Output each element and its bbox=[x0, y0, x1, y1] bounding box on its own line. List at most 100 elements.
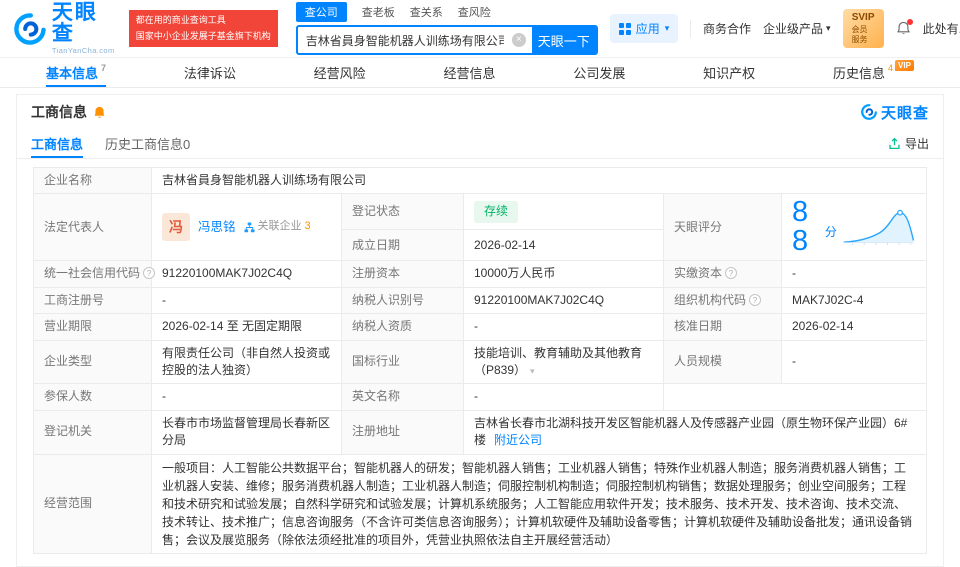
field-label-text: 统一社会信用代码 bbox=[44, 266, 141, 281]
address-cell: 吉林省长春市北湖科技开发区智能机器人及传感器产业园（原生物环保产业园）6#楼 附近… bbox=[463, 409, 927, 455]
field-label: 法定代表人 bbox=[33, 193, 152, 262]
info-icon[interactable]: ? bbox=[749, 293, 762, 306]
search-area: 查公司 查老板 查关系 查风险 × 天眼一下 bbox=[295, 2, 598, 55]
svip-membership-badge[interactable]: SVIP 会员服务 bbox=[842, 9, 884, 48]
subtab-history-business-info[interactable]: 历史工商信息0 bbox=[105, 129, 190, 158]
clear-icon[interactable]: × bbox=[511, 33, 526, 47]
main-content: 工商信息 天眼查 工商信息 历史工商信息0 导出 企业名称 吉林省員身智能机器人… bbox=[0, 88, 960, 567]
field-label: 实缴资本? bbox=[663, 260, 782, 288]
header-right: 应用 ▾ 商务合作 企业级产品 ▾ SVIP 会员服务 此处有.. bbox=[609, 9, 960, 48]
notification-bell-icon[interactable] bbox=[896, 19, 913, 36]
field-value: 2026-02-14 至 无固定期限 bbox=[151, 313, 342, 341]
tab-legal-litigation[interactable]: 法律诉讼 bbox=[184, 58, 236, 87]
search-tab-boss[interactable]: 查老板 bbox=[362, 4, 395, 20]
search-tab-risk[interactable]: 查风险 bbox=[458, 4, 491, 20]
field-label: 国标行业 bbox=[341, 339, 464, 385]
related-companies-badge[interactable]: 关联企业 3 bbox=[243, 219, 311, 235]
field-value: 91220100MAK7J02C4Q bbox=[151, 260, 342, 288]
field-label: 企业类型 bbox=[33, 339, 152, 385]
tab-count: 7 bbox=[101, 63, 107, 73]
field-value: MAK7J02C-4 bbox=[781, 286, 927, 315]
search-tab-relation[interactable]: 查关系 bbox=[410, 4, 443, 20]
score-unit: 分 bbox=[824, 224, 837, 239]
export-label: 导出 bbox=[904, 137, 929, 151]
field-value: 2026-02-14 bbox=[463, 229, 664, 262]
field-label: 纳税人识别号 bbox=[341, 286, 464, 315]
field-label: 核准日期 bbox=[663, 313, 782, 341]
table-row: 工商注册号 - 纳税人识别号 91220100MAK7J02C4Q 组织机构代码… bbox=[33, 286, 927, 315]
info-icon[interactable]: ? bbox=[725, 267, 738, 280]
main-nav: 基本信息 7 法律诉讼 经营风险 经营信息 公司发展 知识产权 历史信息 4 V… bbox=[0, 58, 960, 88]
tab-operation-info[interactable]: 经营信息 bbox=[444, 58, 496, 87]
tab-operation-risk[interactable]: 经营风险 bbox=[314, 58, 366, 87]
export-icon bbox=[889, 137, 900, 150]
logo-title: 天眼查 bbox=[51, 1, 98, 46]
field-label: 天眼评分 bbox=[663, 193, 782, 262]
tab-label: 法律诉讼 bbox=[183, 66, 236, 81]
search-tab-company[interactable]: 查公司 bbox=[295, 2, 347, 22]
logo-swoosh-icon bbox=[861, 104, 877, 120]
vip-badge: VIP bbox=[895, 60, 914, 71]
table-row: 企业类型 有限责任公司（非自然人投资或控股的法人独资） 国标行业 技能培训、教育… bbox=[33, 339, 927, 385]
export-button[interactable]: 导出 bbox=[888, 129, 929, 158]
subtab-business-info[interactable]: 工商信息 bbox=[31, 129, 83, 158]
card-brand-text: 天眼查 bbox=[880, 104, 929, 122]
tab-count: 4 bbox=[888, 63, 894, 73]
field-label-text: 组织机构代码 bbox=[674, 292, 747, 307]
table-wrap: 企业名称 吉林省員身智能机器人训练场有限公司 法定代表人 冯 冯思铭 关联企业 … bbox=[17, 159, 943, 566]
tab-basic-info[interactable]: 基本信息 7 bbox=[46, 58, 106, 87]
field-label: 统一社会信用代码? bbox=[33, 260, 156, 288]
industry-value: 技能培训、教育辅助及其他教育（P839） bbox=[474, 345, 643, 377]
tab-label: 经营信息 bbox=[443, 66, 496, 81]
top-header: 天眼查 TianYanCha.com 都在用的商业查询工具 国家中小企业发展子基… bbox=[0, 0, 960, 58]
apps-menu[interactable]: 应用 ▾ bbox=[609, 14, 679, 43]
field-value: 有限责任公司（非自然人投资或控股的法人独资） bbox=[151, 339, 342, 385]
alarm-bell-icon[interactable] bbox=[93, 106, 106, 119]
nearby-companies-link[interactable]: 附近公司 bbox=[494, 433, 542, 447]
header-right-note[interactable]: 此处有.. bbox=[923, 20, 960, 37]
score-value[interactable]: 88 bbox=[792, 198, 821, 256]
business-info-card: 工商信息 天眼查 工商信息 历史工商信息0 导出 企业名称 吉林省員身智能机器人… bbox=[16, 94, 944, 567]
score-cell: 88 分 bbox=[781, 193, 927, 262]
logo-swoosh-icon bbox=[14, 12, 46, 45]
card-brand-logo: 天眼查 bbox=[861, 102, 929, 123]
tab-history-info[interactable]: 历史信息 4 VIP bbox=[833, 58, 914, 87]
field-value: - bbox=[781, 339, 927, 385]
field-value: 10000万人民币 bbox=[463, 260, 664, 288]
tab-label: 基本信息 bbox=[46, 66, 99, 81]
section-title: 工商信息 bbox=[31, 104, 87, 120]
field-label: 英文名称 bbox=[341, 383, 464, 411]
field-value: 长春市市场监督管理局长春新区分局 bbox=[151, 409, 342, 455]
field-value: 技能培训、教育辅助及其他教育（P839） ▾ bbox=[463, 339, 664, 385]
grid-icon bbox=[618, 22, 631, 35]
field-value: - bbox=[781, 260, 927, 288]
related-label: 关联企业 bbox=[257, 220, 302, 233]
slogan-line2: 国家中小企业发展子基金旗下机构 bbox=[135, 30, 271, 41]
empty-cell bbox=[663, 383, 927, 411]
link-business-cooperation[interactable]: 商务合作 bbox=[703, 20, 751, 37]
svip-sublabel: 会员服务 bbox=[851, 24, 868, 44]
sub-tabs: 工商信息 历史工商信息0 导出 bbox=[17, 129, 943, 159]
legal-rep-name-link[interactable]: 冯思铭 bbox=[198, 218, 236, 236]
tianyancha-logo[interactable]: 天眼查 TianYanCha.com bbox=[14, 2, 117, 55]
tab-company-development[interactable]: 公司发展 bbox=[573, 58, 625, 87]
search-input[interactable] bbox=[297, 33, 512, 47]
chevron-down-icon: ▾ bbox=[664, 23, 670, 33]
svip-label: SVIP bbox=[851, 12, 875, 24]
business-scope-value: 一般项目：人工智能公共数据平台；智能机器人的研发；智能机器人销售；工业机器人销售… bbox=[151, 453, 927, 554]
notification-dot bbox=[906, 19, 913, 25]
field-label: 工商注册号 bbox=[33, 286, 152, 315]
field-label: 登记机关 bbox=[33, 409, 152, 455]
tab-label: 知识产权 bbox=[703, 66, 756, 81]
field-value: - bbox=[151, 286, 342, 315]
link-enterprise-products[interactable]: 企业级产品 ▾ bbox=[763, 20, 831, 37]
avatar[interactable]: 冯 bbox=[162, 213, 190, 242]
chevron-down-icon[interactable]: ▾ bbox=[530, 366, 535, 376]
info-icon[interactable]: ? bbox=[143, 267, 156, 280]
field-value: - bbox=[151, 383, 342, 411]
search-button[interactable]: 天眼一下 bbox=[531, 27, 596, 53]
score-chart[interactable] bbox=[841, 205, 916, 249]
field-value: - bbox=[463, 313, 664, 341]
field-label-text: 实缴资本 bbox=[674, 266, 723, 281]
tab-intellectual-property[interactable]: 知识产权 bbox=[703, 58, 755, 87]
